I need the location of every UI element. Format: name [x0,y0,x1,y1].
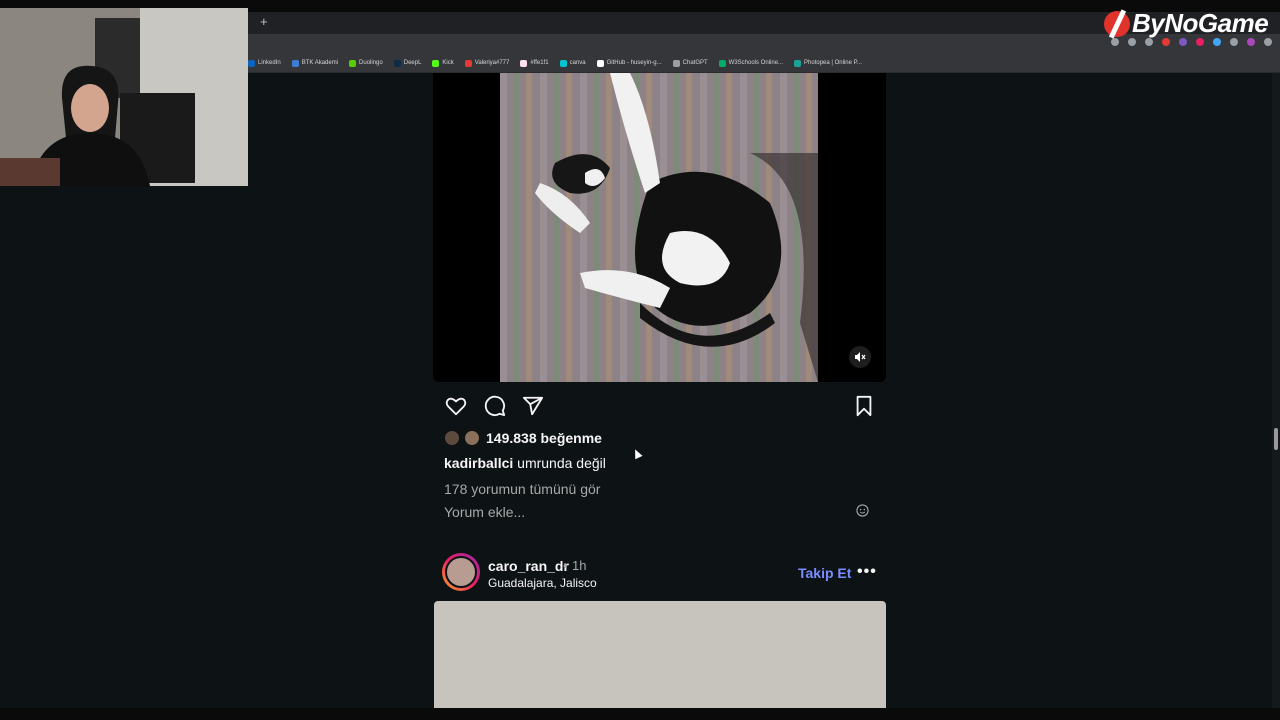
extension-icon[interactable] [1179,38,1187,46]
bookmark-favicon-icon [349,59,357,67]
puzzle-icon[interactable] [1230,38,1238,46]
mute-button[interactable] [849,346,871,368]
comment-icon[interactable] [484,395,506,417]
bookmark-favicon-icon [464,59,472,67]
bookmark-favicon-icon [596,59,604,67]
share-icon[interactable] [522,395,544,417]
bookmark-item[interactable]: Photopea | Online P... [794,59,862,67]
bookmark-favicon-icon [718,59,726,67]
menu-icon[interactable] [1264,38,1272,46]
extension-icon[interactable] [1196,38,1204,46]
logo-mark-icon [1104,10,1130,37]
bookmark-item[interactable]: canva [559,59,586,67]
bookmark-item[interactable]: Valeriya#777 [464,59,510,67]
bookmark-favicon-icon [794,59,802,67]
star-icon[interactable] [1145,38,1153,46]
bookmark-favicon-icon [248,59,255,67]
bookmark-item[interactable]: Kick [432,59,454,67]
cat-video-frame [500,73,818,382]
bookmark-favicon-icon [672,59,680,67]
post-time: 1h [572,558,587,573]
scrollbar-thumb[interactable] [1274,428,1278,450]
bookmark-favicon-icon [432,59,440,67]
post-media[interactable] [434,601,886,708]
bookmark-label: Kick [442,60,454,66]
liker-avatar [464,430,480,446]
liker-avatar [444,430,460,446]
cast-icon[interactable] [1111,38,1119,46]
webcam-overlay [0,8,248,186]
bookmark-item[interactable]: #ffe1f1 [520,59,549,67]
follow-button[interactable]: Takip Et [798,565,851,581]
caption-username[interactable]: kadirballci [444,455,513,471]
bookmark-label: BTK Akademi [301,60,339,66]
bookmark-label: W3Schools Online... [728,60,784,66]
bookmark-label: #ffe1f1 [530,60,549,66]
bynogame-logo: ByNoGame [1104,8,1269,39]
bookmark-item[interactable]: LinkedIn [248,59,281,67]
bookmark-label: Valeriya#777 [474,60,510,66]
post-location[interactable]: Guadalajara, Jalisco [488,576,597,590]
separator-dot: • [563,558,568,573]
bookmark-label: canva [569,60,586,66]
heart-icon[interactable] [445,395,467,417]
bookmark-item[interactable]: ChatGPT [672,59,708,67]
bookmark-item[interactable]: GitHub - huseyin-g... [596,59,662,67]
bookmark-label: DeepL [403,60,422,66]
bookmark-item[interactable]: BTK Akademi [291,59,339,67]
bookmark-favicon-icon [559,59,567,67]
bookmark-favicon-icon [291,59,299,67]
avatar[interactable] [442,553,480,591]
emoji-icon[interactable] [856,504,869,517]
bookmark-favicon-icon [520,59,528,67]
add-comment-input[interactable]: Yorum ekle... [444,504,525,520]
post-username[interactable]: caro_ran_dr [488,558,569,574]
save-bookmark-icon[interactable] [853,395,875,417]
bookmark-favicon-icon [393,59,401,67]
more-options-button[interactable]: ••• [857,563,877,581]
bookmark-item[interactable]: Duolingo [349,59,383,67]
page-scrollbar[interactable] [1272,73,1280,708]
view-all-comments-link[interactable]: 178 yorumun tümünü gör [444,481,600,497]
eye-off-icon[interactable] [1128,38,1136,46]
extension-icon[interactable] [1213,38,1221,46]
bookmarks-bar: LinkedIn BTK Akademi Duolingo DeepL Kick Vale… [248,54,1280,73]
post-video[interactable] [433,73,886,382]
speaker-muted-icon [855,352,866,362]
bookmark-label: ChatGPT [682,60,708,66]
bookmark-label: Photopea | Online P... [804,60,862,66]
profile-avatar[interactable] [1247,38,1255,46]
new-tab-button[interactable]: + [260,14,268,29]
bookmark-label: LinkedIn [258,60,281,66]
bookmark-label: Duolingo [359,60,383,66]
toolbar-icons [1111,38,1272,46]
screen-bottom-bar [0,708,1280,720]
extension-icon[interactable] [1162,38,1170,46]
bookmark-item[interactable]: W3Schools Online... [718,59,784,67]
like-count[interactable]: 149.838 beğenme [486,430,602,446]
bookmark-item[interactable]: DeepL [393,59,422,67]
post-caption: kadirballci umrunda değil [444,455,606,471]
caption-text: umrunda değil [517,455,606,471]
bookmark-label: GitHub - huseyin-g... [606,60,662,66]
likes-row: 149.838 beğenme [444,430,602,446]
